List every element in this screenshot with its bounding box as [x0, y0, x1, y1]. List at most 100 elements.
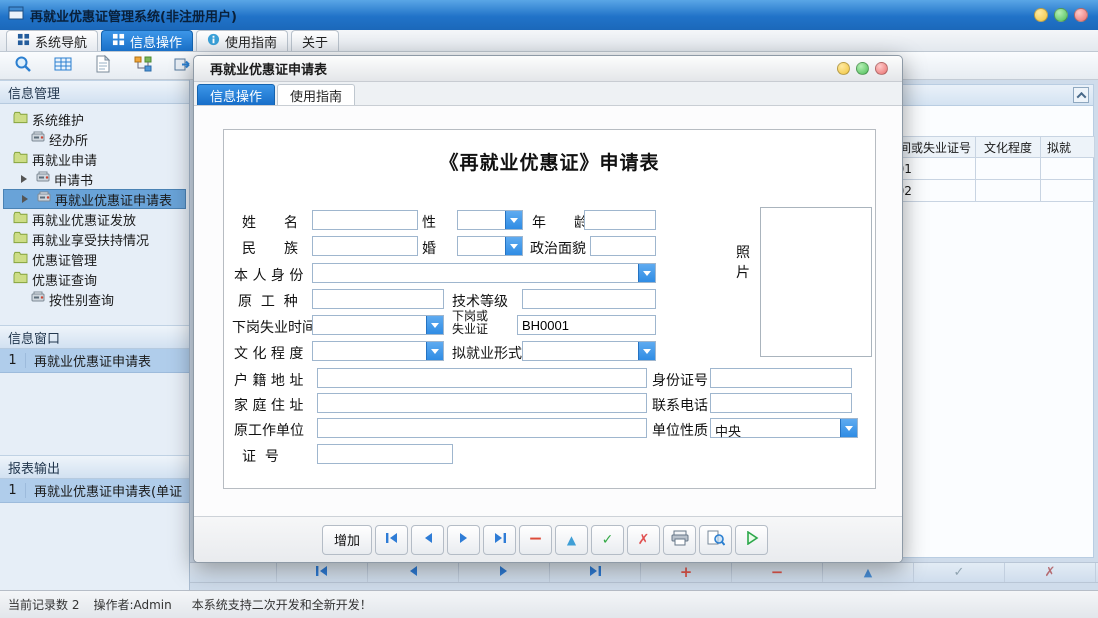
dropdown-arrow-icon[interactable] — [505, 237, 522, 255]
last-record-button[interactable] — [483, 525, 516, 555]
phone-field[interactable] — [710, 393, 852, 413]
panel-header-info-management[interactable]: 信息管理 — [0, 80, 189, 104]
layoff-cert-field[interactable] — [517, 315, 656, 335]
ethnic-field[interactable] — [312, 236, 418, 256]
dialog-minimize-button[interactable] — [837, 62, 850, 75]
dialog-maximize-button[interactable] — [856, 62, 869, 75]
column-header-employ[interactable]: 拟就 — [1041, 136, 1095, 158]
add-record-button[interactable]: 增加 — [322, 525, 372, 555]
tree-item-application-form[interactable]: 申请书 — [3, 169, 186, 189]
age-field[interactable] — [584, 210, 656, 230]
dropdown-arrow-icon[interactable] — [638, 264, 655, 282]
export-icon — [174, 56, 192, 76]
tab-label: 关于 — [302, 32, 328, 51]
dropdown-arrow-icon[interactable] — [638, 342, 655, 360]
tab-system-navigation[interactable]: 系统导航 — [6, 30, 98, 51]
table-row[interactable]: 001 — [881, 158, 1095, 180]
dialog-titlebar[interactable]: 再就业优惠证申请表 — [194, 56, 902, 82]
cancel-button[interactable]: ✗ — [627, 525, 660, 555]
status-message: 本系统支持二次开发和全新开发！ — [192, 596, 372, 613]
tree-item-handling-office[interactable]: 经办所 — [3, 129, 186, 149]
dialog-title: 再就业优惠证申请表 — [210, 59, 327, 78]
column-header-education[interactable]: 文化程度 — [976, 136, 1041, 158]
pager-first-button[interactable] — [277, 563, 368, 582]
close-button[interactable] — [1074, 8, 1088, 22]
cert-no-field[interactable] — [317, 444, 453, 464]
tree-item-support-status[interactable]: 再就业享受扶持情况 — [3, 229, 186, 249]
pager-bar: + − ▲ ✓ ✗ — [190, 562, 1098, 583]
workflow-button[interactable] — [128, 54, 158, 78]
gender-select[interactable] — [457, 210, 523, 230]
prev-record-button[interactable] — [411, 525, 444, 555]
next-page-icon — [458, 532, 470, 548]
tree-item-cert-query[interactable]: 优惠证查询 — [3, 269, 186, 289]
first-record-button[interactable] — [375, 525, 408, 555]
layoff-time-select[interactable] — [312, 315, 444, 335]
minimize-button[interactable] — [1034, 8, 1048, 22]
print-button[interactable] — [663, 525, 696, 555]
panel-header-info-window[interactable]: 信息窗口 — [0, 325, 189, 349]
expander-icon[interactable] — [21, 175, 31, 183]
dropdown-arrow-icon[interactable] — [505, 211, 522, 229]
married-select[interactable] — [457, 236, 523, 256]
tree-item-query-by-gender[interactable]: 按性别查询 — [3, 289, 186, 309]
dropdown-arrow-icon[interactable] — [426, 342, 443, 360]
photo-placeholder[interactable] — [760, 207, 872, 357]
run-button[interactable] — [735, 525, 768, 555]
tree-item-cert-issuance[interactable]: 再就业优惠证发放 — [3, 209, 186, 229]
pager-prev-button[interactable] — [368, 563, 459, 582]
new-document-button[interactable] — [88, 54, 118, 78]
dropdown-arrow-icon[interactable] — [840, 419, 857, 437]
employ-form-select[interactable] — [522, 341, 656, 361]
collapse-panel-button[interactable] — [1073, 87, 1089, 103]
report-output-row[interactable]: 1 再就业优惠证申请表(单证 — [0, 479, 189, 503]
confirm-button[interactable]: ✓ — [591, 525, 624, 555]
tab-about[interactable]: 关于 — [291, 30, 339, 51]
maximize-button[interactable] — [1054, 8, 1068, 22]
tree-item-cert-management[interactable]: 优惠证管理 — [3, 249, 186, 269]
cell — [976, 158, 1041, 180]
name-field[interactable] — [312, 210, 418, 230]
education-select[interactable] — [312, 341, 444, 361]
unit-type-select[interactable]: 中央 — [710, 418, 858, 438]
tab-info-operation[interactable]: 信息操作 — [101, 30, 193, 51]
panel-header-report-output[interactable]: 报表输出 — [0, 455, 189, 479]
tree-item-reemployment-cert-application-form[interactable]: 再就业优惠证申请表 — [3, 189, 186, 209]
home-address-field[interactable] — [317, 393, 647, 413]
tab-user-guide[interactable]: 使用指南 — [196, 30, 288, 51]
identity-select[interactable] — [312, 263, 656, 283]
former-trade-field[interactable] — [312, 289, 444, 309]
table-view-button[interactable] — [48, 54, 78, 78]
political-field[interactable] — [590, 236, 656, 256]
pager-up-button[interactable]: ▲ — [823, 563, 914, 582]
preview-button[interactable] — [699, 525, 732, 555]
up-button[interactable]: ▲ — [555, 525, 588, 555]
expander-icon[interactable] — [22, 195, 32, 203]
application-form-panel: 《再就业优惠证》申请表 姓 名 性 别 年 龄 民 族 婚 否 政治面貌 照 片 — [223, 129, 876, 489]
check-icon: ✓ — [954, 566, 965, 579]
info-window-row[interactable]: 1 再就业优惠证申请表 — [0, 349, 189, 373]
pager-confirm-button[interactable]: ✓ — [914, 563, 1005, 582]
pager-add-button[interactable]: + — [641, 563, 732, 582]
tree-item-reemployment-application[interactable]: 再就业申请 — [3, 149, 186, 169]
dialog-tab-info-operation[interactable]: 信息操作 — [197, 84, 275, 105]
dialog-close-button[interactable] — [875, 62, 888, 75]
registered-address-field[interactable] — [317, 368, 647, 388]
id-number-field[interactable] — [710, 368, 852, 388]
next-record-button[interactable] — [447, 525, 480, 555]
dialog-tab-user-guide[interactable]: 使用指南 — [277, 84, 355, 105]
former-unit-field[interactable] — [317, 418, 647, 438]
pager-delete-button[interactable]: − — [732, 563, 823, 582]
tree-item-system-maintenance[interactable]: 系统维护 — [3, 109, 186, 129]
pager-last-button[interactable] — [550, 563, 641, 582]
layoff-cert-label: 下岗或 失业证 — [452, 310, 488, 336]
search-button[interactable] — [8, 54, 38, 78]
tech-level-field[interactable] — [522, 289, 656, 309]
folder-icon — [13, 271, 28, 288]
pager-cancel-button[interactable]: ✗ — [1005, 563, 1096, 582]
delete-record-button[interactable]: − — [519, 525, 552, 555]
dropdown-arrow-icon[interactable] — [426, 316, 443, 334]
pager-spacer — [190, 563, 277, 582]
table-row[interactable]: 002 — [881, 180, 1095, 202]
pager-next-button[interactable] — [459, 563, 550, 582]
